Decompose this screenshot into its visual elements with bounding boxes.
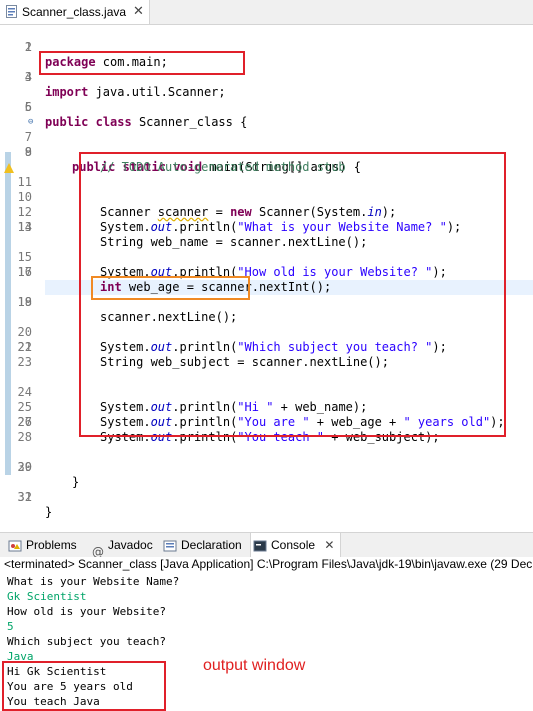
nextline-highlight-box bbox=[91, 276, 250, 300]
code-line: 31 } bbox=[0, 475, 533, 519]
line-number: 4 bbox=[24, 70, 32, 84]
output-window-annotation: output window bbox=[203, 657, 306, 674]
console-line: Which subject you teach? bbox=[7, 635, 166, 648]
editor-tab-bar: Scanner_class.java ✕ bbox=[0, 0, 533, 25]
code-line: 32 bbox=[0, 490, 533, 505]
console-line: How old is your Website? bbox=[7, 605, 166, 618]
code-line: 1 package com.main; bbox=[0, 25, 533, 69]
tab-javadoc[interactable]: @ Javadoc bbox=[92, 533, 153, 559]
editor-tab-scanner-class[interactable]: Scanner_class.java ✕ bbox=[0, 0, 150, 24]
fold-marker-icon[interactable]: ⊖ bbox=[28, 115, 33, 130]
console-icon bbox=[253, 540, 267, 552]
code-line: 8 // TODO Auto-generated method stub bbox=[0, 130, 533, 174]
line-number: 17 bbox=[17, 265, 32, 279]
warning-icon[interactable] bbox=[4, 163, 14, 173]
line-number: 32 bbox=[17, 490, 32, 504]
line-number: 30 bbox=[17, 460, 32, 474]
line-number: 27 bbox=[17, 415, 32, 429]
console-output[interactable]: <terminated> Scanner_class [Java Applica… bbox=[0, 557, 533, 711]
code-line: 5 public class Scanner_class { bbox=[0, 85, 533, 129]
code-editor[interactable]: 1 package com.main; 2 3 import java.util… bbox=[0, 25, 533, 548]
java-file-icon bbox=[6, 5, 17, 18]
tab-label: Console bbox=[271, 538, 316, 552]
line-number: 28 bbox=[17, 430, 32, 444]
line-number: 23 bbox=[17, 355, 32, 369]
import-annotation-box bbox=[39, 51, 245, 75]
line-number: 11 bbox=[17, 175, 32, 189]
terminated-status: <terminated> Scanner_class [Java Applica… bbox=[4, 557, 533, 571]
javadoc-icon: @ bbox=[92, 544, 104, 559]
line-number: 14 bbox=[17, 220, 32, 234]
console-input-line: 5 bbox=[7, 620, 14, 633]
line-number: 2 bbox=[24, 40, 32, 54]
code-line: 7 ⊖ public static void main(String[] arg… bbox=[0, 115, 533, 174]
tab-label: Problems bbox=[26, 538, 77, 552]
code-line: 29 } bbox=[0, 445, 533, 489]
line-number: 19 bbox=[17, 295, 32, 309]
console-input-line: Gk Scientist bbox=[7, 590, 87, 603]
tab-label: Declaration bbox=[181, 538, 242, 552]
declaration-icon bbox=[163, 540, 177, 552]
line-number: 9 bbox=[24, 145, 32, 159]
editor-tab-label: Scanner_class.java bbox=[22, 5, 127, 19]
console-line: What is your Website Name? bbox=[7, 575, 180, 588]
close-icon[interactable]: ✕ bbox=[324, 538, 334, 552]
code-line: 6 bbox=[0, 100, 533, 115]
code-line: 30 bbox=[0, 460, 533, 475]
problems-icon bbox=[8, 540, 22, 552]
code-text: } bbox=[45, 505, 53, 519]
views-tab-bar: Problems @ Javadoc Declaration Console ✕ bbox=[0, 532, 533, 559]
tab-problems[interactable]: Problems bbox=[8, 533, 77, 557]
tab-console[interactable]: Console ✕ bbox=[250, 533, 342, 558]
line-number: 22 bbox=[17, 340, 32, 354]
line-number: 6 bbox=[24, 100, 32, 114]
output-annotation-box bbox=[2, 661, 166, 711]
close-icon[interactable]: ✕ bbox=[133, 3, 144, 19]
tab-declaration[interactable]: Declaration bbox=[163, 533, 242, 557]
tab-label: Javadoc bbox=[108, 538, 153, 552]
